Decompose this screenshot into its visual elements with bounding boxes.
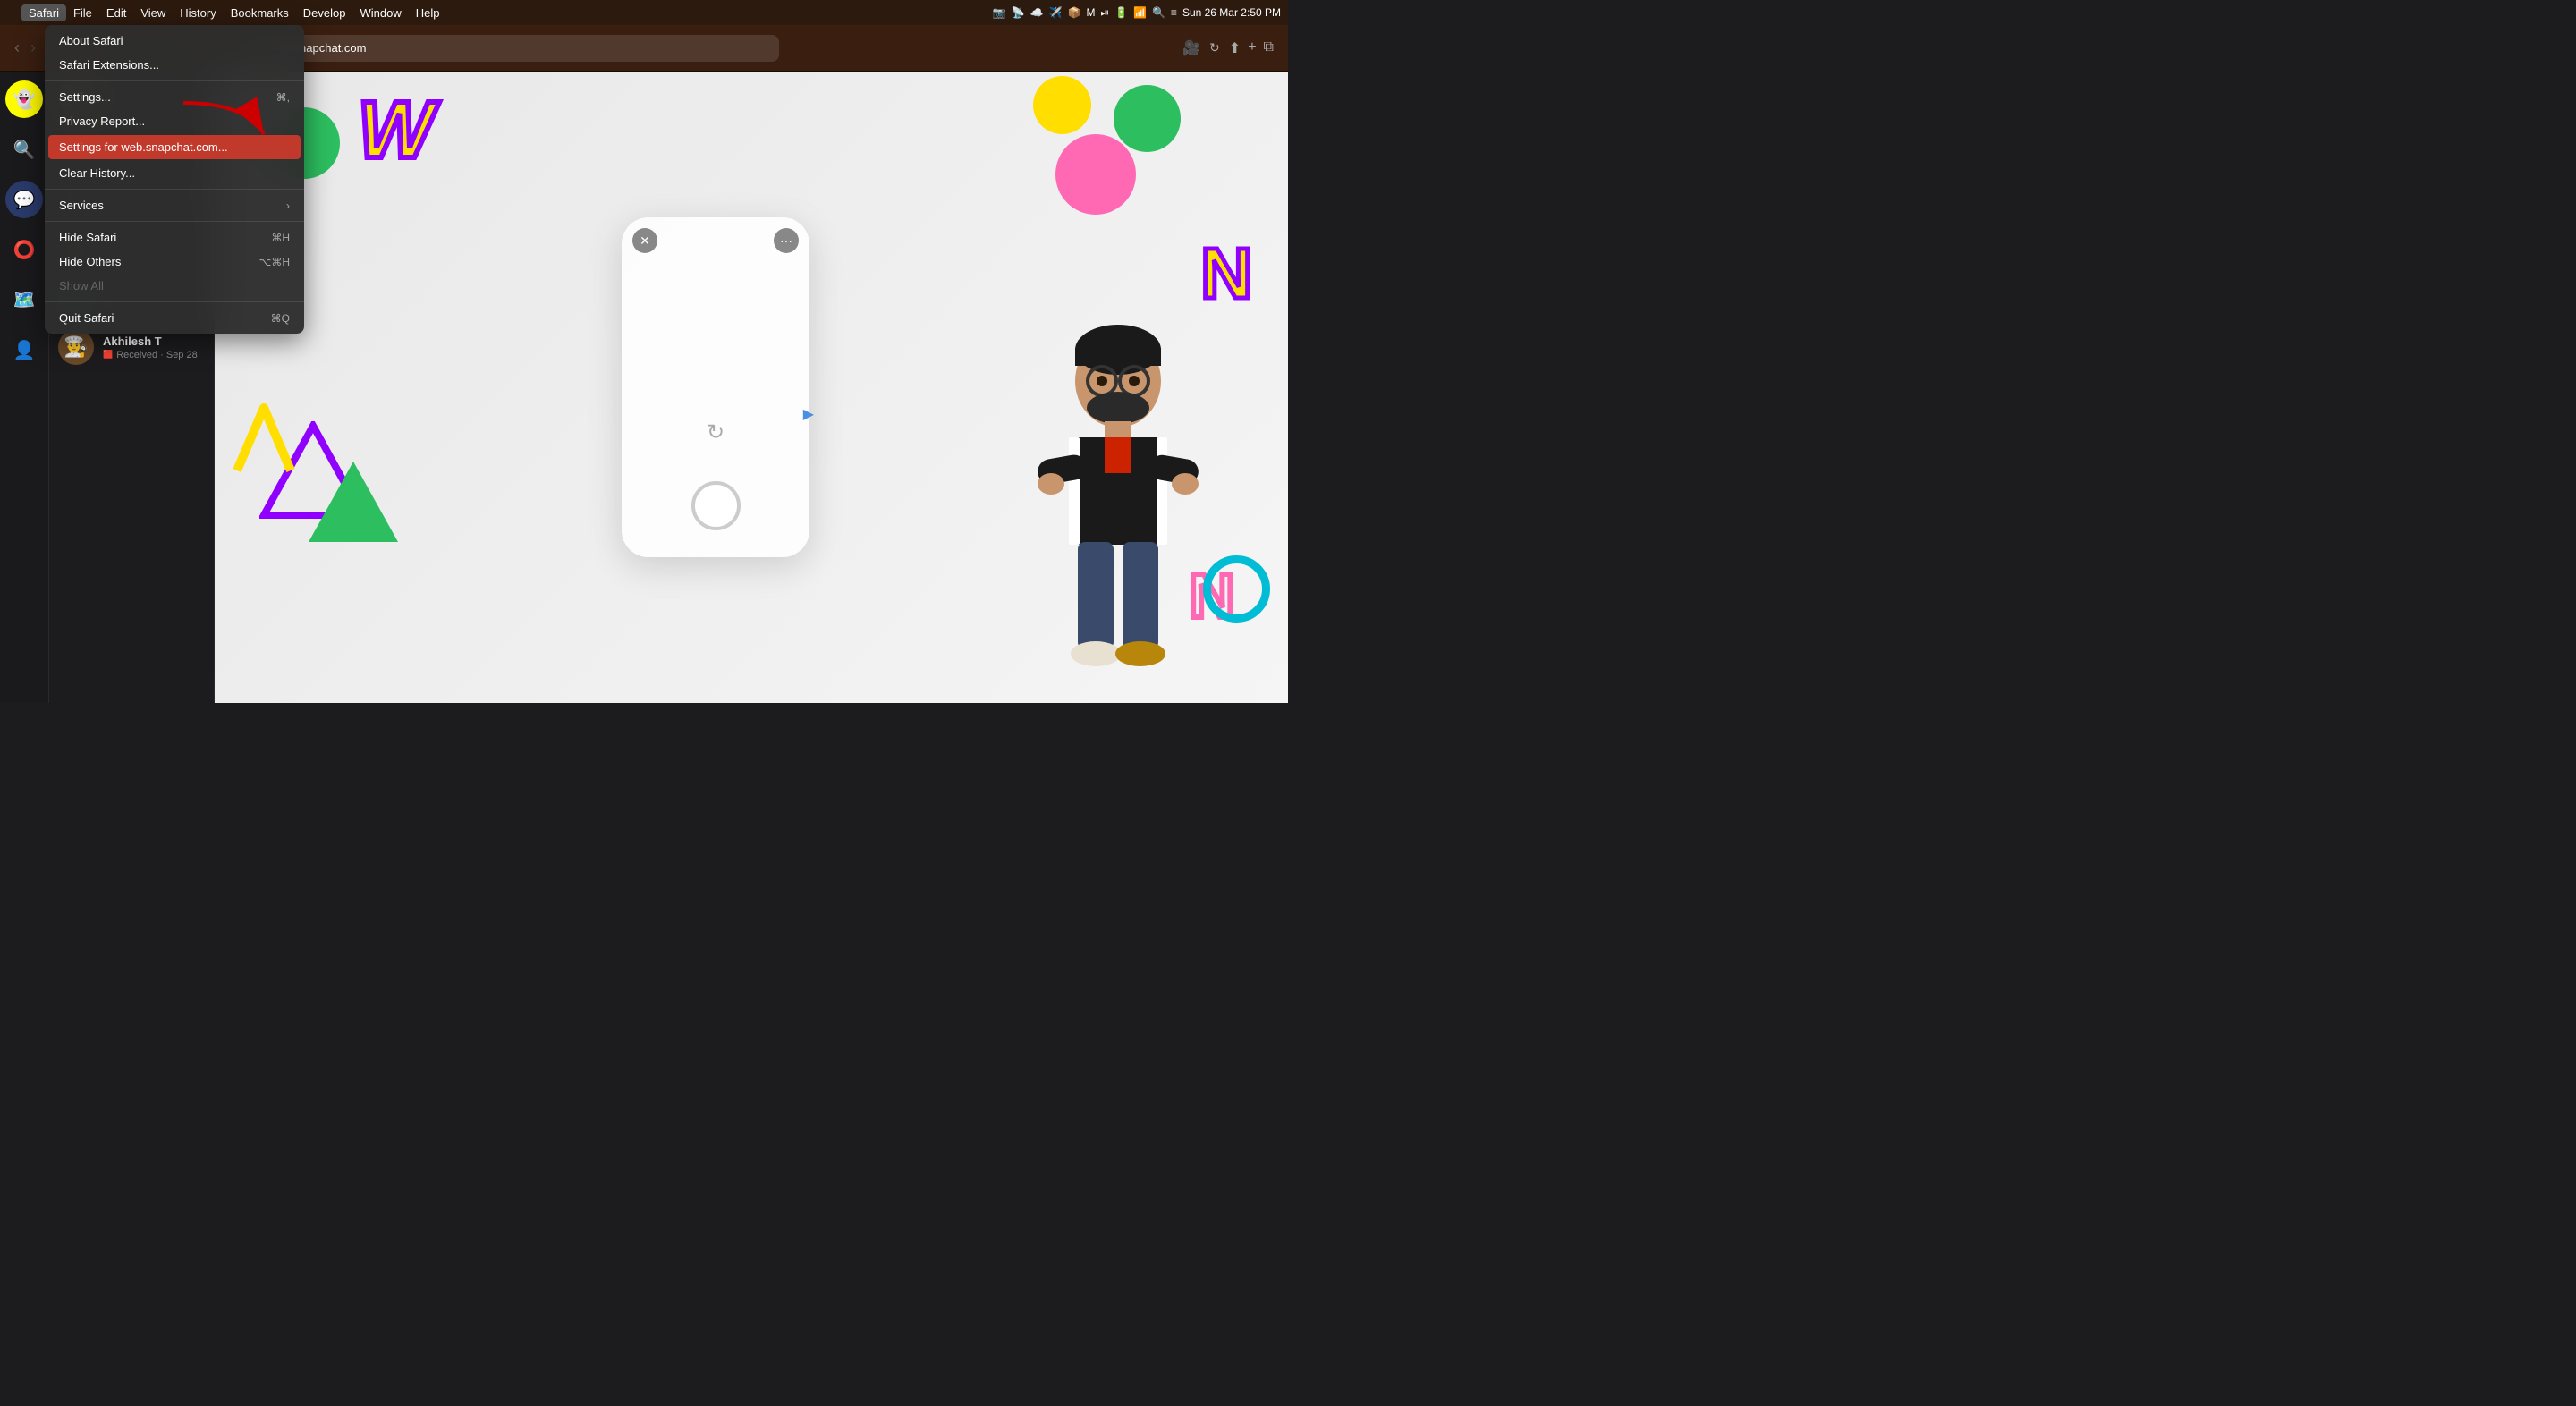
quit-safari-shortcut: ⌘Q [271,312,290,325]
menu-separator-1 [45,80,304,81]
safari-extensions-label: Safari Extensions... [59,58,159,72]
video-call-icon[interactable]: 🎥 [1182,39,1200,57]
phone-close-button[interactable]: ✕ [632,228,657,253]
chat-strip-icon[interactable]: 💬 [5,181,43,218]
hide-others-item[interactable]: Hide Others ⌥⌘H [45,250,304,274]
profile-strip-icon[interactable]: 👤 [5,331,43,368]
deco-w-letter: W [358,85,434,177]
phone-more-button[interactable]: ··· [774,228,799,253]
services-label: Services [59,199,104,212]
url-bar[interactable]: 🔒 web.snapchat.com [242,35,779,62]
wifi-icon: 📶 [1133,6,1147,19]
file-menu[interactable]: File [66,4,99,21]
menu-separator-4 [45,301,304,302]
cursor-indicator: ▶ [803,405,814,423]
discover-strip-icon[interactable]: 🗺️ [5,281,43,318]
new-tab-icon[interactable]: + [1248,39,1256,57]
settings-label: Settings... [59,90,111,104]
about-safari-label: About Safari [59,34,123,47]
settings-item[interactable]: Settings... ⌘, [45,85,304,109]
mail-icon: ✈️ [1049,6,1063,19]
menubar-left: Safari File Edit View History Bookmarks … [7,4,446,21]
history-menu[interactable]: History [173,4,223,21]
datetime: Sun 26 Mar 2:50 PM [1182,6,1281,19]
hide-others-label: Hide Others [59,255,121,268]
apple-menu[interactable] [7,11,21,14]
toolbar-actions: ⬆ + ⧉ [1229,39,1274,57]
share-icon[interactable]: ⬆ [1229,39,1241,57]
settings-for-site-item[interactable]: Settings for web.snapchat.com... [48,135,301,159]
hide-others-shortcut: ⌥⌘H [259,256,291,268]
show-all-item: Show All [45,274,304,298]
clear-history-item[interactable]: Clear History... [45,161,304,185]
bitmoji-character [1020,323,1216,703]
snapchat-background: W [215,72,1288,703]
services-item[interactable]: Services › [45,193,304,217]
view-menu[interactable]: View [133,4,173,21]
contact-info-akhilesh: Akhilesh T 🟥 Received · Sep 28 [103,335,205,360]
snapchat-logo-icon[interactable]: 👻 [5,80,43,118]
develop-menu[interactable]: Develop [296,4,353,21]
menu-separator-2 [45,189,304,190]
avatar-akhilesh: 👨‍🍳 [58,329,94,365]
toolbar-right: 🎥 ↻ ⬆ + ⧉ [1182,39,1274,57]
bookmarks-menu[interactable]: Bookmarks [224,4,296,21]
box-icon: 📦 [1068,6,1081,19]
about-safari-item[interactable]: About Safari [45,29,304,53]
deco-circle-pink [1055,134,1136,215]
contact-status: 🟥 Received · Sep 28 [103,350,205,360]
menu-bar: Safari File Edit View History Bookmarks … [0,0,1288,25]
control-center-icon[interactable]: ≡ [1171,6,1177,19]
stories-strip-icon[interactable]: ⭕ [5,231,43,268]
close-icon: ✕ [640,233,650,249]
contact-name: Akhilesh T [103,335,205,348]
clear-history-label: Clear History... [59,166,135,180]
edit-menu[interactable]: Edit [99,4,133,21]
snap-status-icon: 🟥 [103,350,113,360]
refresh-icon[interactable]: ↻ [1209,40,1220,55]
quit-safari-label: Quit Safari [59,311,114,325]
phone-mockup: ✕ ··· ↻ ▶ [622,217,809,557]
quit-safari-item[interactable]: Quit Safari ⌘Q [45,306,304,330]
deco-circle-green-right [1114,85,1181,152]
status-text: Received · Sep 28 [116,350,198,360]
deco-arrow-yellow [233,403,295,479]
music-icon: ⏯ [1100,6,1109,20]
search-icon[interactable]: 🔍 [1152,6,1165,19]
tabs-icon[interactable]: ⧉ [1264,39,1274,57]
more-icon: ··· [780,233,792,248]
loading-spinner: ↻ [707,419,724,445]
search-strip-icon[interactable]: 🔍 [5,131,43,168]
menu-separator-3 [45,221,304,222]
deco-triangle-green [304,457,402,551]
mail2-icon: M [1086,6,1095,19]
privacy-report-item[interactable]: Privacy Report... [45,109,304,133]
safari-extensions-item[interactable]: Safari Extensions... [45,53,304,77]
back-icon[interactable]: ‹ [14,38,20,57]
services-arrow-icon: › [286,199,290,212]
camera-icon: 📷 [993,6,1006,19]
hide-safari-label: Hide Safari [59,231,116,244]
forward-icon[interactable]: › [30,38,36,57]
settings-shortcut: ⌘, [276,91,290,104]
left-strip: 👻 🔍 💬 ⭕ 🗺️ 👤 [0,72,49,703]
menubar-right: 📷 📡 ☁️ ✈️ 📦 M ⏯ 🔋 📶 🔍 ≡ Sun 26 Mar 2:50 … [993,6,1281,20]
main-content: W [215,72,1288,703]
shutter-button[interactable] [691,481,741,530]
safari-menu[interactable]: Safari [21,4,66,21]
help-menu[interactable]: Help [409,4,447,21]
deco-z-letter-yellow: N [1200,233,1252,315]
cloud-icon: ☁️ [1030,6,1044,19]
battery-icon: 🔋 [1114,6,1128,19]
show-all-label: Show All [59,279,104,292]
settings-for-site-label: Settings for web.snapchat.com... [59,140,228,154]
deco-circle-yellow [1033,76,1091,134]
safari-dropdown-menu: About Safari Safari Extensions... Settin… [45,25,304,334]
hide-safari-shortcut: ⌘H [271,232,290,244]
window-menu[interactable]: Window [352,4,408,21]
privacy-report-label: Privacy Report... [59,114,145,128]
hide-safari-item[interactable]: Hide Safari ⌘H [45,225,304,250]
airplay-icon: 📡 [1012,6,1025,19]
